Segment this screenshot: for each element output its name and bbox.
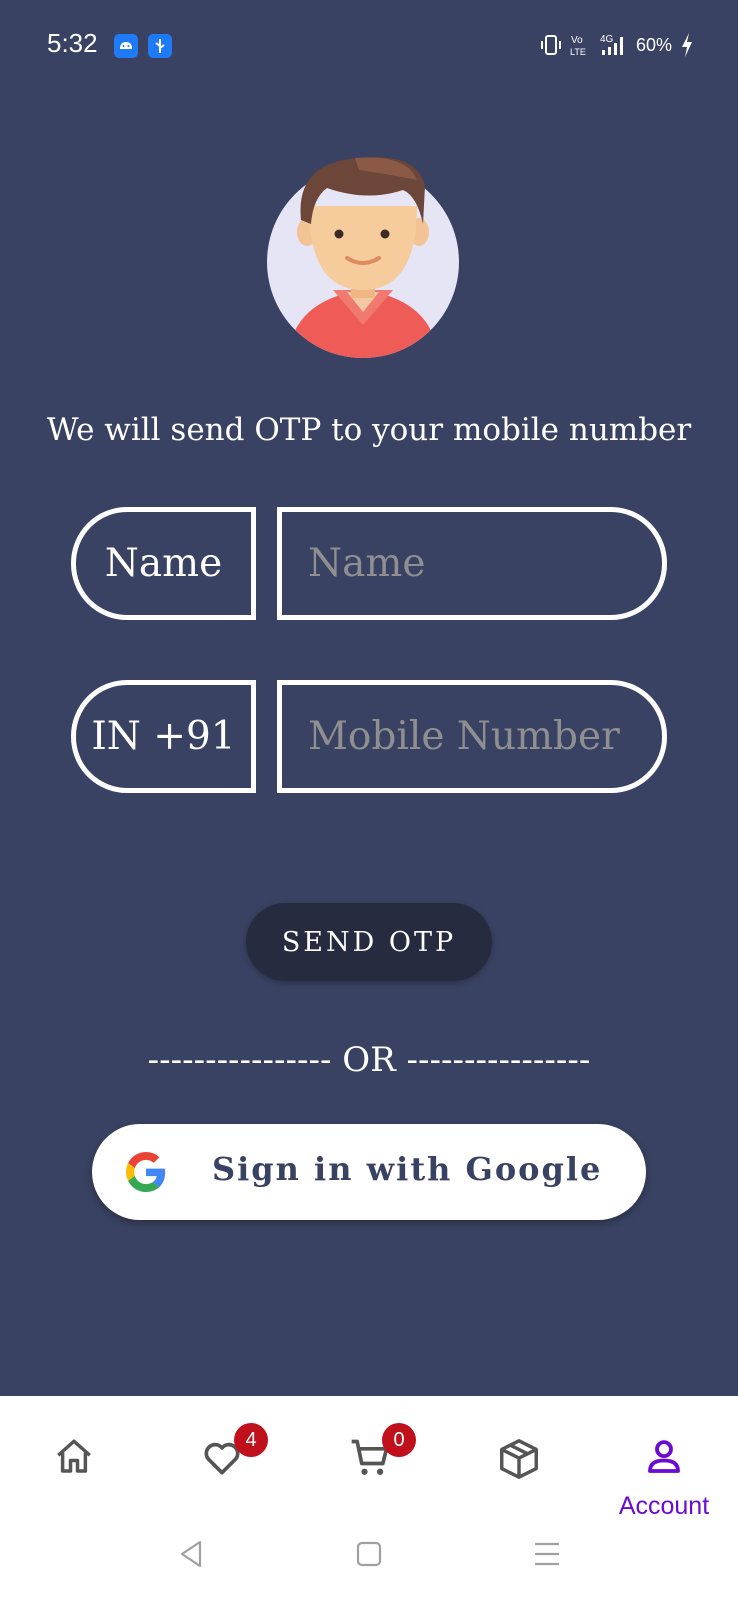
status-bar: 5:32 Vo LTE 4G 60%	[0, 0, 738, 90]
nav-item-wishlist[interactable]: 4	[171, 1423, 271, 1518]
nav-item-home[interactable]	[24, 1428, 124, 1518]
home-icon	[57, 1439, 91, 1473]
status-time: 5:32	[47, 28, 98, 58]
name-field-row: Name	[71, 507, 667, 620]
country-code-selector[interactable]: IN +91	[71, 680, 256, 793]
send-otp-button[interactable]: SEND OTP	[246, 903, 492, 981]
name-input-box	[277, 507, 667, 620]
cart-badge: 0	[382, 1423, 416, 1457]
or-divider: ---------------- OR ----------------	[147, 1040, 591, 1080]
nav-item-account[interactable]: Account	[614, 1428, 714, 1520]
mobile-input-box	[277, 680, 667, 793]
nav-item-cart[interactable]: 0	[319, 1423, 419, 1518]
battery-level: 60%	[635, 34, 672, 55]
box-icon	[500, 1439, 538, 1479]
google-sign-in-button[interactable]: Sign in with Google	[92, 1124, 646, 1220]
volte-icon: VoLTE	[570, 35, 586, 57]
account-label: Account	[618, 1492, 710, 1520]
signal-icon: 4G	[600, 34, 623, 55]
charging-icon	[682, 33, 692, 57]
name-prefix-label: Name	[71, 507, 256, 620]
otp-instruction-text: We will send OTP to your mobile number	[46, 412, 692, 448]
svg-text:LTE: LTE	[570, 47, 586, 57]
account-icon	[648, 1440, 680, 1473]
svg-text:Vo: Vo	[571, 35, 583, 46]
mobile-field-row: IN +91	[71, 680, 667, 793]
vibrate-icon	[540, 35, 561, 55]
wishlist-badge: 4	[234, 1423, 268, 1457]
nav-item-orders[interactable]	[467, 1428, 567, 1518]
avatar	[267, 150, 469, 362]
google-sign-in-label: Sign in with Google	[212, 1150, 603, 1188]
home-nav-icon[interactable]	[355, 1538, 383, 1570]
back-icon[interactable]	[176, 1538, 206, 1570]
android-notification-icon	[114, 34, 138, 58]
mobile-number-input[interactable]	[282, 685, 662, 788]
usb-icon	[148, 34, 172, 58]
status-right-group: Vo LTE 4G 60%	[540, 30, 694, 60]
google-logo-icon	[126, 1152, 166, 1192]
name-input[interactable]	[282, 512, 662, 615]
svg-text:4G: 4G	[600, 34, 614, 45]
recent-apps-icon[interactable]	[532, 1538, 562, 1570]
